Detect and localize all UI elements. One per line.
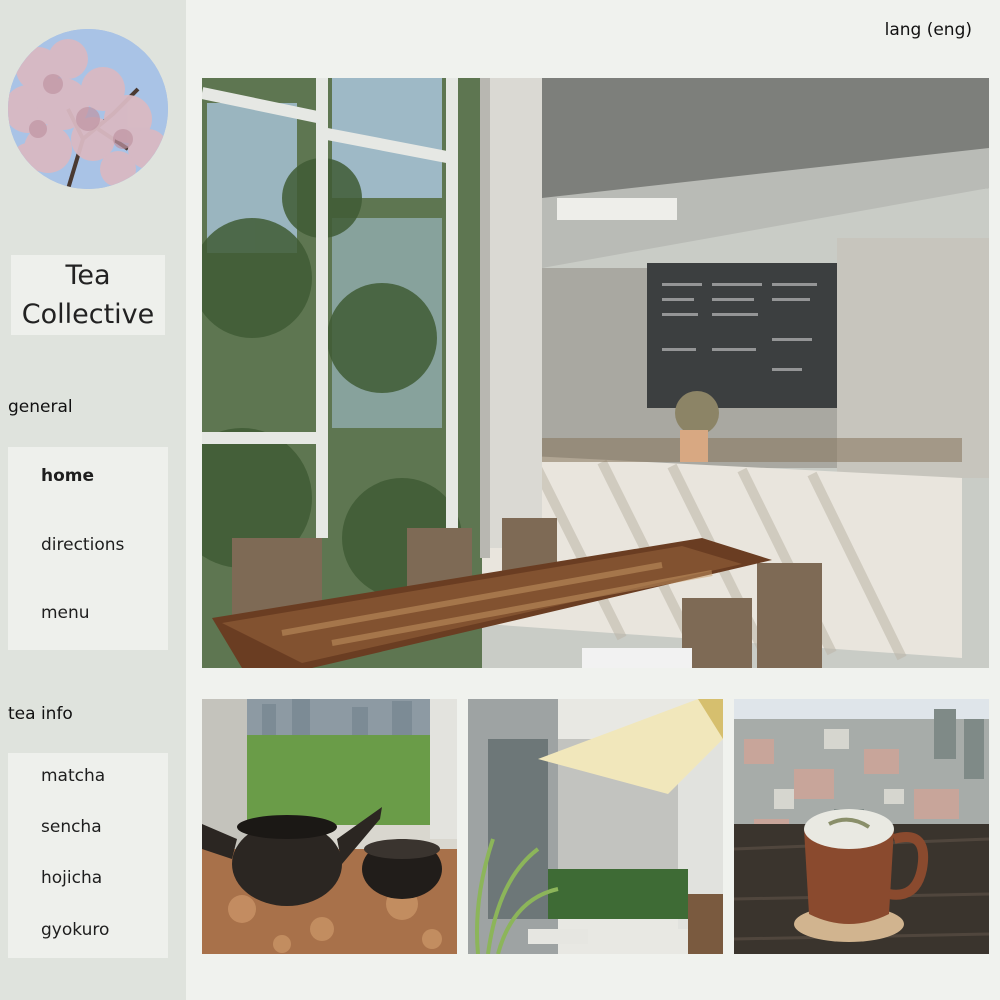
nav-item-menu[interactable]: menu — [41, 603, 90, 623]
section-label-general: general — [8, 397, 73, 417]
nav-item-gyokuro[interactable]: gyokuro — [41, 920, 109, 940]
gallery-latte-image — [734, 699, 989, 954]
nav-item-matcha[interactable]: matcha — [41, 766, 105, 786]
nav-item-sencha[interactable]: sencha — [41, 817, 102, 837]
language-selector[interactable]: lang (eng) — [885, 20, 972, 40]
site-title: Tea Collective — [11, 255, 165, 335]
section-label-tea-info: tea info — [8, 704, 73, 724]
gallery-terrace-image — [468, 699, 723, 954]
nav-item-directions[interactable]: directions — [41, 535, 124, 555]
sidebar: Tea Collective general home directions m… — [0, 0, 186, 1000]
logo-cherry-blossom-image[interactable] — [8, 29, 168, 189]
nav-item-home[interactable]: home — [41, 466, 94, 486]
hero-cafe-interior-image — [202, 78, 989, 668]
nav-item-hojicha[interactable]: hojicha — [41, 868, 102, 888]
gallery-teapot-image — [202, 699, 457, 954]
